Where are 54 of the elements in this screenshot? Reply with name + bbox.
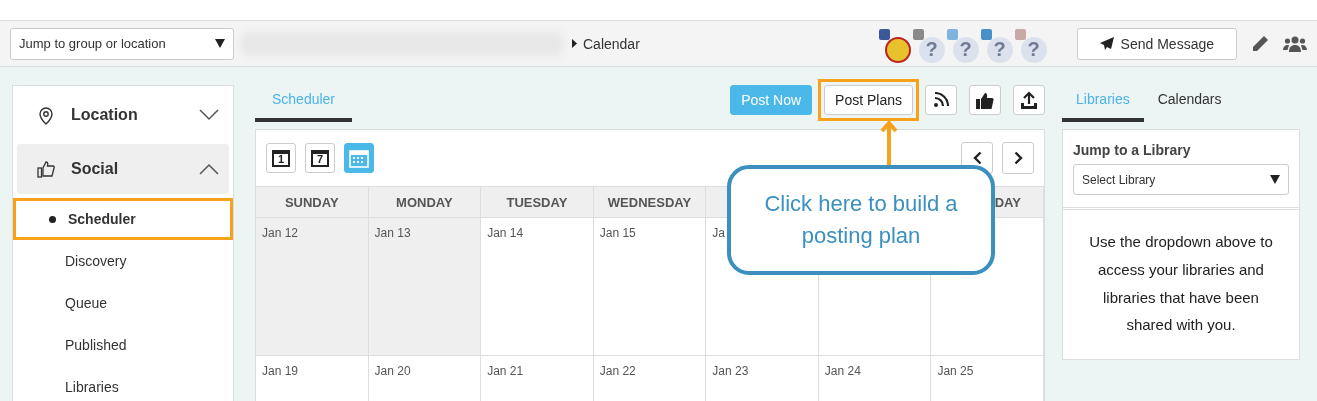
calendar-day-cell[interactable]: Jan 12	[256, 218, 369, 356]
people-icon[interactable]	[1283, 34, 1307, 53]
calendar-day-cell[interactable]: Jan 15	[593, 218, 707, 356]
chevron-right-icon	[1013, 151, 1023, 165]
chevron-down-icon[interactable]	[199, 109, 219, 121]
calendar-day-cell[interactable]: Jan 19	[256, 356, 369, 401]
pin-icon	[37, 105, 55, 125]
toolbar-button[interactable]	[969, 85, 1001, 115]
sidebar-item[interactable]: Published	[13, 324, 233, 366]
month-calendar-icon	[349, 148, 369, 168]
calendar-day-cell[interactable]: Jan 20	[368, 356, 482, 401]
calendar-day-cell[interactable]: Jan 25	[931, 356, 1044, 401]
sidebar-item[interactable]: Queue	[13, 282, 233, 324]
calendar-day-cell[interactable]: Jan 21	[481, 356, 594, 401]
jump-label: Jump to a Library	[1072, 141, 1192, 160]
group-select[interactable]: Jump to group or location	[10, 27, 234, 60]
callout-tooltip: Click here to build a posting plan	[727, 165, 995, 275]
calendar-day-cell[interactable]: Jan 24	[818, 356, 932, 401]
library-tab[interactable]: Calendars	[1143, 91, 1236, 122]
dropdown-caret-icon	[215, 39, 225, 48]
send-message-button[interactable]: Send Message	[1076, 27, 1237, 60]
rss-icon	[933, 92, 949, 108]
chevron-left-icon	[972, 151, 982, 165]
calendar-day-cell[interactable]: Jan 23	[706, 356, 819, 401]
day-header: TUESDAY	[481, 187, 594, 218]
next-button[interactable]	[1002, 142, 1034, 174]
sidebar-section[interactable]: Social	[17, 144, 229, 194]
day-header: SUNDAY	[256, 187, 369, 218]
sidebar-item[interactable]: Discovery	[13, 240, 233, 282]
toolbar-button[interactable]	[1013, 85, 1045, 115]
account-avatar[interactable]	[884, 36, 911, 63]
upload-icon	[1020, 90, 1038, 110]
post-plans-button[interactable]: Post Plans	[824, 85, 913, 115]
caret-right-icon	[572, 39, 577, 48]
sidebar-item[interactable]: Libraries	[13, 366, 233, 401]
calendar-day-cell[interactable]: Jan 14	[481, 218, 594, 356]
library-select[interactable]: Select Library	[1073, 164, 1289, 195]
day-header: WEDNESDAY	[593, 187, 707, 218]
calendar-day-cell[interactable]: Jan 13	[368, 218, 482, 356]
calendar-day-cell[interactable]: Jan 22	[593, 356, 707, 401]
library-message: Use the dropdown above to access your libraries and libraries that have been shared with you.	[1063, 207, 1299, 359]
sidebar-item[interactable]: Scheduler	[13, 198, 233, 240]
thumbs-up-icon	[976, 91, 994, 109]
toolbar-button[interactable]	[925, 85, 957, 115]
breadcrumb-item[interactable]: Calendar	[583, 35, 640, 52]
paper-plane-icon	[1099, 37, 1114, 50]
view-button[interactable]: 1	[266, 143, 296, 173]
pencil-icon[interactable]	[1251, 34, 1269, 53]
sidebar-section[interactable]: Location	[17, 90, 229, 140]
chevron-up-icon[interactable]	[199, 163, 219, 175]
view-button[interactable]: 7	[305, 143, 335, 173]
thumb-icon	[37, 159, 55, 179]
dropdown-caret-icon	[1270, 175, 1280, 184]
day-header: MONDAY	[368, 187, 482, 218]
